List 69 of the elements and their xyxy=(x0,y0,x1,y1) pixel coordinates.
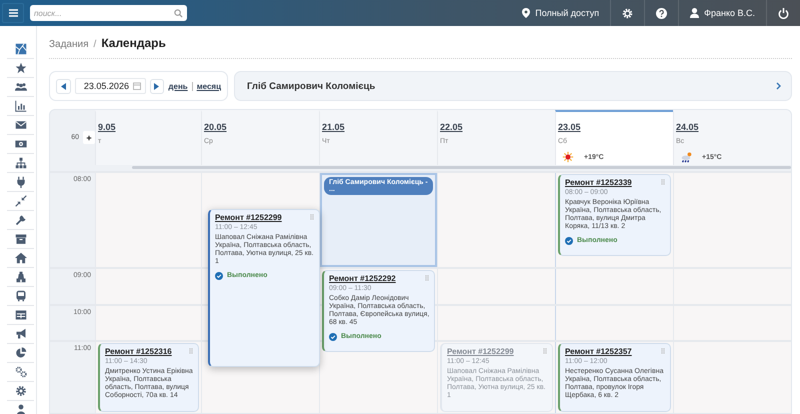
calendar-icon xyxy=(132,82,141,90)
task-title-link[interactable]: Ремонт #1252299 xyxy=(215,213,282,222)
chevron-right-icon xyxy=(776,82,781,90)
view-link[interactable]: день xyxy=(168,82,188,90)
day-date-link[interactable]: 22.05 xyxy=(440,122,463,132)
search-field[interactable]: поиск... xyxy=(30,5,187,21)
day-date-link[interactable]: 21.05 xyxy=(322,122,345,132)
check-circle-icon xyxy=(329,332,337,341)
envelope-icon xyxy=(14,119,26,131)
grip-icon xyxy=(310,214,314,220)
banknote-icon xyxy=(14,138,26,150)
check-circle-icon xyxy=(565,236,573,245)
task-title-link[interactable]: Ремонт #1252357 xyxy=(565,347,632,356)
plug-icon xyxy=(14,176,26,188)
person-icon xyxy=(14,404,26,414)
grip-icon xyxy=(425,275,429,281)
left-triangle-icon xyxy=(60,82,66,90)
day-date-link[interactable]: 23.05 xyxy=(558,122,581,132)
gear-icon xyxy=(14,385,26,397)
sun-icon xyxy=(562,151,574,163)
power-icon xyxy=(778,8,789,18)
hierarchy-icon xyxy=(14,157,26,169)
grip-icon xyxy=(543,348,547,354)
day-date-link[interactable]: 24.05 xyxy=(676,122,699,132)
day-date-link[interactable]: 20.05 xyxy=(204,122,227,132)
breadcrumb-link[interactable]: Задания xyxy=(49,39,89,50)
previous-button[interactable] xyxy=(56,78,71,94)
cloud-rain-sun-icon xyxy=(680,151,692,163)
star-icon xyxy=(14,62,26,74)
archive-icon xyxy=(14,233,26,245)
person-name: Гліб Самирович Коломієць xyxy=(247,80,376,92)
location-pin-icon xyxy=(522,8,530,18)
right-triangle-icon xyxy=(154,82,160,90)
megaphone-icon xyxy=(14,328,26,340)
bus-icon xyxy=(14,290,26,302)
grip-icon xyxy=(661,348,665,354)
next-person-button[interactable] xyxy=(776,82,781,90)
menu-button[interactable] xyxy=(2,3,24,23)
wrench-icon xyxy=(14,214,26,226)
diagonal-arrows-icon xyxy=(14,195,26,207)
table-icon xyxy=(14,309,26,321)
day-date-link[interactable]: 9.05 xyxy=(98,122,116,132)
user-icon xyxy=(690,8,700,18)
access-button[interactable]: Полный доступ xyxy=(511,0,610,26)
grip-icon xyxy=(661,179,665,185)
next-button[interactable] xyxy=(150,78,164,94)
check-circle-icon xyxy=(215,272,223,280)
menu-icon xyxy=(8,9,18,17)
date-field[interactable]: 23.05.2026 xyxy=(74,78,146,94)
user-button[interactable]: Франко В.С. xyxy=(678,0,766,26)
task-title-link[interactable]: Ремонт #1252292 xyxy=(329,274,396,284)
grip-icon xyxy=(189,348,193,354)
question-circle-icon xyxy=(656,8,668,18)
users-icon xyxy=(14,81,26,93)
view-link[interactable]: месяц xyxy=(196,82,221,90)
search-icon xyxy=(174,8,183,18)
house-icon xyxy=(14,252,26,264)
add-button[interactable]: + xyxy=(83,131,95,144)
pie-chart-icon xyxy=(14,347,26,359)
bar-chart-icon xyxy=(14,100,26,112)
map-icon xyxy=(14,43,26,55)
tower-icon xyxy=(14,271,26,283)
breadcrumb-separator: / xyxy=(94,39,96,50)
page-title: Календарь xyxy=(101,36,166,50)
task-title-link[interactable]: Ремонт #1252339 xyxy=(565,178,632,188)
task-title-link[interactable]: Ремонт #1252316 xyxy=(105,347,172,356)
scrollbar[interactable] xyxy=(132,166,791,169)
settings-icon xyxy=(622,8,634,18)
gears-icon xyxy=(14,366,26,378)
